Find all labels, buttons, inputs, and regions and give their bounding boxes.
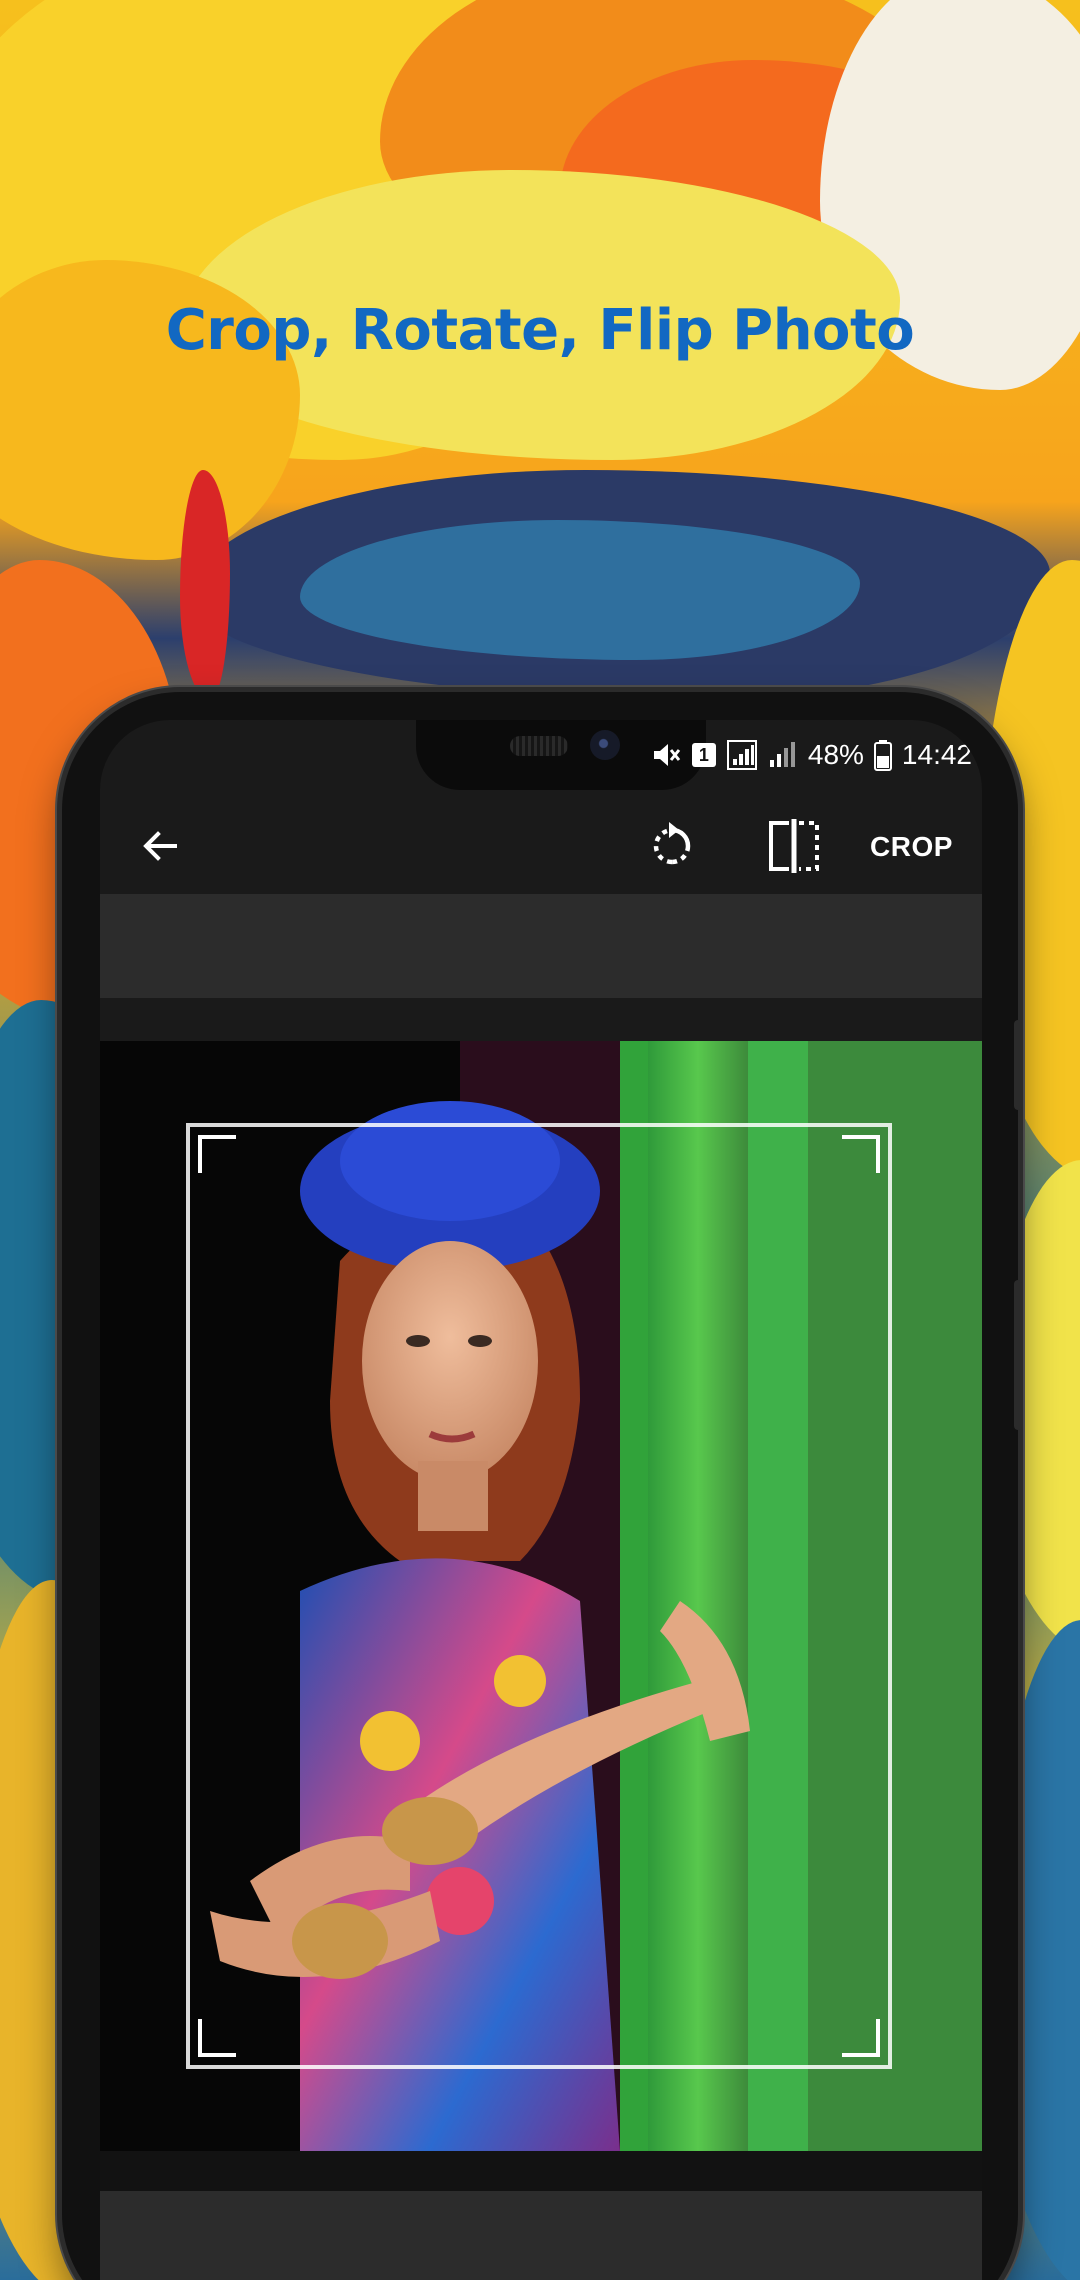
aspect-ratio-bar xyxy=(100,894,982,998)
signal-icon xyxy=(726,739,758,771)
photo-canvas xyxy=(100,1041,982,2151)
back-button[interactable] xyxy=(130,818,190,878)
arrow-left-icon xyxy=(139,825,181,871)
crop-handle-top-right[interactable] xyxy=(842,1135,880,1173)
crop-toolbar: CROP xyxy=(100,792,982,904)
phone-side-button xyxy=(1014,1020,1022,1110)
mute-icon xyxy=(650,739,682,771)
phone-side-button xyxy=(1014,1280,1022,1430)
sim-1-icon: 1 xyxy=(691,743,716,767)
crop-button[interactable]: CROP xyxy=(870,822,953,872)
rotate-button[interactable] xyxy=(640,816,704,880)
rotate-icon xyxy=(645,819,699,877)
photo-bottom-divider xyxy=(100,2151,982,2191)
bottom-options-panel xyxy=(100,2191,982,2280)
battery-icon xyxy=(873,739,892,771)
front-camera xyxy=(590,730,620,760)
promo-headline: Crop, Rotate, Flip Photo xyxy=(165,298,915,363)
crop-frame[interactable] xyxy=(186,1123,892,2069)
earpiece-speaker xyxy=(510,736,568,756)
crop-handle-bottom-left[interactable] xyxy=(198,2019,236,2057)
status-bar: 1 48% 14:42 xyxy=(650,732,972,778)
phone-screen: 1 48% 14:42 CROP xyxy=(100,720,982,2280)
signal-icon xyxy=(768,740,798,770)
crop-handle-top-left[interactable] xyxy=(198,1135,236,1173)
clock: 14:42 xyxy=(901,739,972,770)
crop-handle-bottom-right[interactable] xyxy=(842,2019,880,2057)
flip-horizontal-icon xyxy=(765,817,823,879)
flip-button[interactable] xyxy=(760,814,828,882)
battery-percent: 48% xyxy=(807,739,864,770)
